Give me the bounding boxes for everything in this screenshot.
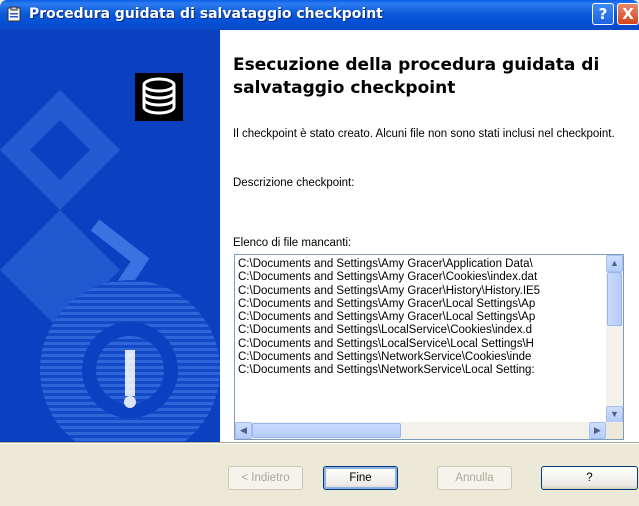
window-title: Procedura guidata di salvataggio checkpo… — [29, 6, 383, 22]
list-item[interactable]: C:\Documents and Settings\LocalService\C… — [238, 324, 608, 337]
scroll-up-icon[interactable]: ▲ — [606, 255, 623, 272]
checkpoint-app-icon — [7, 6, 21, 22]
list-item[interactable]: C:\Documents and Settings\LocalService\L… — [238, 338, 608, 351]
scroll-down-icon[interactable]: ▼ — [606, 406, 623, 423]
status-message: Il checkpoint è stato creato. Alcuni fil… — [233, 128, 615, 140]
cancel-button[interactable]: Annulla — [437, 466, 512, 490]
database-icon — [135, 73, 183, 121]
scrollbar-corner — [606, 422, 623, 439]
horizontal-scrollbar[interactable]: ◀ ▶ — [235, 422, 606, 439]
back-button[interactable]: < Indietro — [228, 466, 303, 490]
close-title-button[interactable]: X — [617, 3, 639, 25]
list-item[interactable]: C:\Documents and Settings\Amy Gracer\Loc… — [238, 311, 608, 324]
scroll-right-icon[interactable]: ▶ — [589, 422, 606, 439]
help-title-button[interactable]: ? — [592, 3, 614, 25]
page-title: Esecuzione della procedura guidata di sa… — [233, 55, 600, 98]
list-item[interactable]: C:\Documents and Settings\Amy Gracer\Coo… — [238, 271, 608, 284]
missing-files-list[interactable]: C:\Documents and Settings\Amy Gracer\App… — [234, 254, 624, 440]
scroll-left-icon[interactable]: ◀ — [235, 422, 252, 439]
vertical-scroll-thumb[interactable] — [607, 272, 622, 326]
description-label: Descrizione checkpoint: — [233, 177, 355, 189]
missing-files-label: Elenco di file mancanti: — [233, 237, 352, 249]
list-item[interactable]: C:\Documents and Settings\NetworkService… — [238, 351, 608, 364]
title-bar[interactable]: Procedura guidata di salvataggio checkpo… — [0, 0, 639, 30]
finish-button[interactable]: Fine — [323, 466, 398, 490]
wizard-window: Procedura guidata di salvataggio checkpo… — [0, 0, 639, 506]
list-item[interactable]: C:\Documents and Settings\Amy Gracer\App… — [238, 258, 608, 271]
list-item[interactable]: C:\Documents and Settings\Amy Gracer\Loc… — [238, 298, 608, 311]
list-item[interactable]: C:\Documents and Settings\Amy Gracer\His… — [238, 285, 608, 298]
list-item[interactable]: C:\Documents and Settings\NetworkService… — [238, 364, 608, 377]
help-button[interactable]: ? — [541, 466, 638, 490]
footer-divider — [0, 442, 639, 444]
missing-files-items: C:\Documents and Settings\Amy Gracer\App… — [238, 258, 608, 378]
vertical-scrollbar[interactable]: ▲ ▼ — [606, 255, 623, 423]
wizard-side-banner — [0, 30, 220, 442]
banner-decoration — [0, 30, 220, 442]
wizard-content: Esecuzione della procedura guidata di sa… — [220, 30, 639, 442]
horizontal-scroll-thumb[interactable] — [252, 423, 401, 438]
